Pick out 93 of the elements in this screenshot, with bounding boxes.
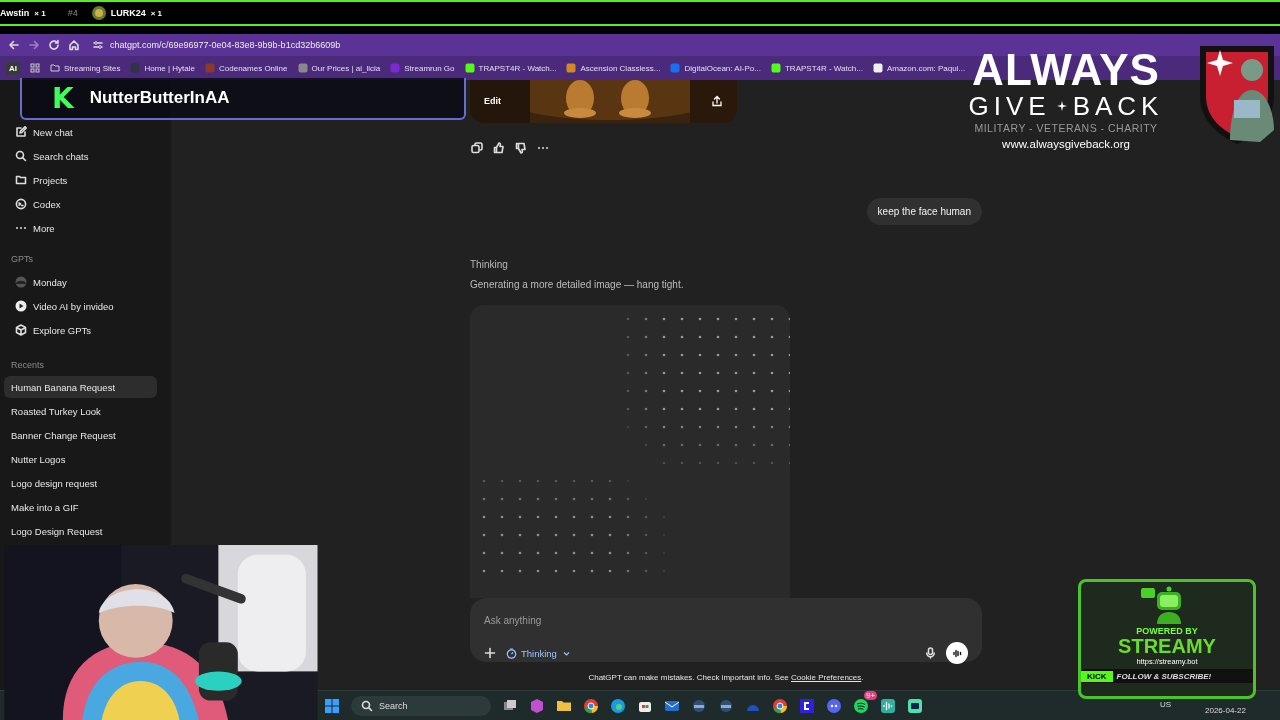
count-label: × 1 [150,8,163,18]
sidebar-item[interactable]: New chat [4,120,157,144]
chat-app-icon[interactable] [826,697,842,714]
chrome-icon[interactable] [583,697,599,714]
logo-word: GIVE [968,92,1051,120]
bookmark[interactable]: DigitalOcean: AI-Po... [670,63,761,73]
sidebar-item[interactable]: Video AI by invideo [4,294,157,318]
waveform-icon[interactable] [880,697,896,714]
sidebar-item[interactable]: Search chats [4,144,157,168]
apps-grid-icon[interactable] [30,63,40,73]
terminal-icon [15,198,27,210]
microphone-icon[interactable] [925,647,936,659]
date-text: 2026-04-22 [1205,706,1246,715]
bookmark[interactable]: Ascension Classless... [566,63,661,73]
website-url: www.alwaysgiveback.org [1002,138,1130,150]
square-app-icon[interactable] [799,697,815,714]
plus-icon[interactable] [484,647,496,659]
overlay-title: STREAMY [1118,636,1216,656]
chat-history-item[interactable]: Human Banana Request [4,376,157,398]
avatar-icon [15,276,27,288]
sidebar-item[interactable]: Codex [4,192,157,216]
section-heading: Recents [10,359,46,372]
logo-title: ALWAYS [972,48,1160,92]
sparkle-icon [1056,101,1067,111]
taskbar-search[interactable]: Search [351,695,491,716]
voice-mode-button[interactable] [946,642,968,664]
language-indicator[interactable]: US [1160,700,1172,709]
platform-logo-letter: K [52,81,74,115]
overlay-text: FOLLOW & SUBSCRIBE! [1116,671,1212,681]
edit-icon [15,126,27,138]
back-icon[interactable] [8,39,20,51]
site-settings-icon[interactable] [92,39,104,51]
rank-label: #4 [67,8,78,18]
chat-history-item[interactable]: Logo design request [4,472,157,494]
chat-history-item[interactable]: Nutter Logos [4,448,157,470]
bot-app-icon[interactable] [907,697,923,714]
chat-history-item[interactable]: Roasted Turkey Look [4,400,157,422]
url-text: chatgpt.com/c/69e96977-0e04-83e8-9b9b-b1cd32b6609b [110,40,341,50]
thumbs-down-icon[interactable] [515,142,527,154]
forward-icon[interactable] [28,39,40,51]
play-badge-icon [15,300,27,312]
count-label: × 1 [34,8,46,18]
search-icon [361,699,373,712]
cube-icon [15,324,27,336]
chat-history-item[interactable]: Make into a GIF [4,496,157,518]
windows-logo-icon[interactable] [324,697,340,714]
waveform-icon [951,647,963,659]
bookmark[interactable]: Streamrun Go [390,63,455,73]
logo-word: BACK [1072,92,1164,120]
office-icon[interactable] [529,697,545,714]
platform-badge: KICK [1081,670,1113,682]
bookmark[interactable]: Home | Hytale [130,63,195,73]
user-message: keep the face human [866,198,982,225]
bookmark[interactable]: TRAPST4R - Watch... [770,63,863,73]
viewer-name: Awstin [0,8,30,18]
timer-icon [506,647,517,659]
folder-icon [50,63,60,73]
status-text: Thinking [470,259,509,270]
bookmark-badge[interactable]: AI [6,61,20,75]
bookmark[interactable]: TRAPST4R - Watch... [464,63,557,73]
music-app-icon[interactable] [853,697,869,714]
folder-icon [15,174,27,186]
streamer-name: NutterButterInAA [89,88,230,108]
sidebar-item[interactable]: More [4,216,157,240]
chat-history-item[interactable]: Banner Change Request [4,424,157,446]
home-icon[interactable] [68,39,80,51]
chrome-icon[interactable] [772,697,788,714]
edit-button[interactable]: Edit [480,94,505,108]
sidebar-item[interactable]: Explore GPTs [4,318,157,342]
sidebar-item[interactable]: Projects [4,168,157,192]
bookmark[interactable]: Codenames Online [205,63,288,73]
reload-icon[interactable] [48,39,60,51]
chat-history-item[interactable]: Logo Design Request [4,520,157,542]
edge-icon[interactable] [610,697,626,714]
share-icon[interactable] [711,95,723,107]
message-input[interactable]: Ask anything [484,615,684,626]
overlay-text: POWERED BY [1136,626,1198,636]
notification-badge: 9+ [864,691,878,700]
bookmark[interactable]: Our Prices | ai_licia [297,63,381,73]
bookmark[interactable]: Amazon.com: Paqui... [872,63,966,73]
mode-selector[interactable]: Thinking [506,647,572,659]
bookmark-folder[interactable]: Streaming Sites [50,63,121,73]
search-icon [15,150,27,162]
avatar-icon [91,6,106,20]
sidebar-item[interactable]: Monday [4,270,157,294]
address-bar[interactable]: chatgpt.com/c/69e96977-0e04-83e8-9b9b-b1cd32b6609b [88,36,351,54]
thumbs-up-icon[interactable] [493,142,505,154]
progress-text: Generating a more detailed image — hang tight. [470,279,685,290]
section-heading: GPTs [10,253,34,266]
viewer-name: LURK24 [110,8,146,18]
copy-icon[interactable] [471,142,483,154]
disclaimer-text: ChatGPT can make mistakes. Check important info. See Cookie Preferences. [587,673,865,682]
logo-tagline: MILITARY - VETERANS - CHARITY [974,122,1158,134]
